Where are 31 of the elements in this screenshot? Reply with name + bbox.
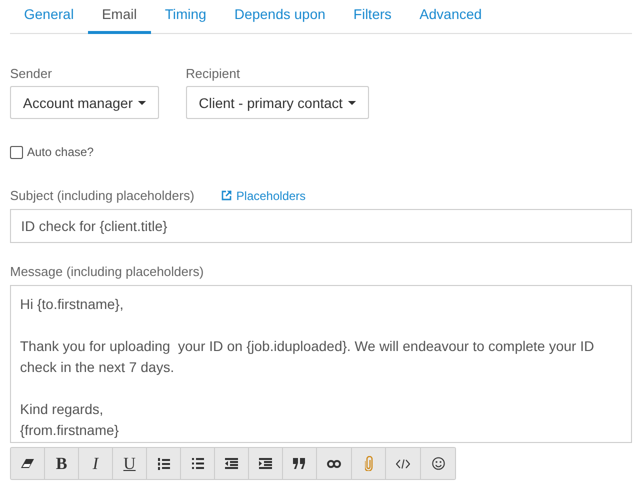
tab[interactable]: General [10, 0, 88, 34]
paperclip-icon [364, 456, 372, 471]
placeholders-link[interactable]: Placeholders [236, 188, 306, 202]
bullet-list-icon [192, 458, 204, 469]
field-label: Recipient [186, 66, 241, 81]
sender-dropdown[interactable]: Account manager [10, 86, 159, 119]
numbered-list-icon [158, 458, 170, 470]
tab[interactable]: Email [88, 0, 151, 34]
tab[interactable]: Advanced [406, 0, 496, 34]
field-label: Sender [10, 66, 53, 81]
link-icon [327, 460, 341, 468]
code-icon [396, 458, 410, 468]
external-link-icon [221, 190, 232, 201]
checkbox[interactable] [10, 146, 23, 158]
caret-icon [348, 100, 356, 104]
subject-field[interactable]: ID check for {client.title} [10, 209, 632, 243]
eraser-icon [21, 459, 34, 468]
tab[interactable]: Filters [339, 0, 406, 34]
caret-icon [138, 100, 146, 104]
field-label: Message (including placeholders) [10, 264, 205, 279]
eraser-button[interactable] [11, 448, 45, 479]
recipient-dropdown[interactable]: Client - primary contact [186, 86, 369, 119]
smiley-icon [432, 457, 444, 470]
checkbox-label: Auto chase? [27, 145, 94, 159]
quote-icon [293, 458, 306, 469]
field-label: Subject (including placeholders) [10, 188, 194, 203]
outdent-icon [225, 458, 238, 469]
tab[interactable]: Depends upon [220, 0, 340, 34]
indent-icon [259, 458, 272, 469]
message-field[interactable]: Hi {to.firstname}, Thank you for uploading your ID on {job.iduploaded}. We will endeavour to complete your ID check in the next 7 days. Kind regards, {from.firstname} [10, 285, 632, 443]
tab[interactable]: Timing [150, 0, 220, 34]
